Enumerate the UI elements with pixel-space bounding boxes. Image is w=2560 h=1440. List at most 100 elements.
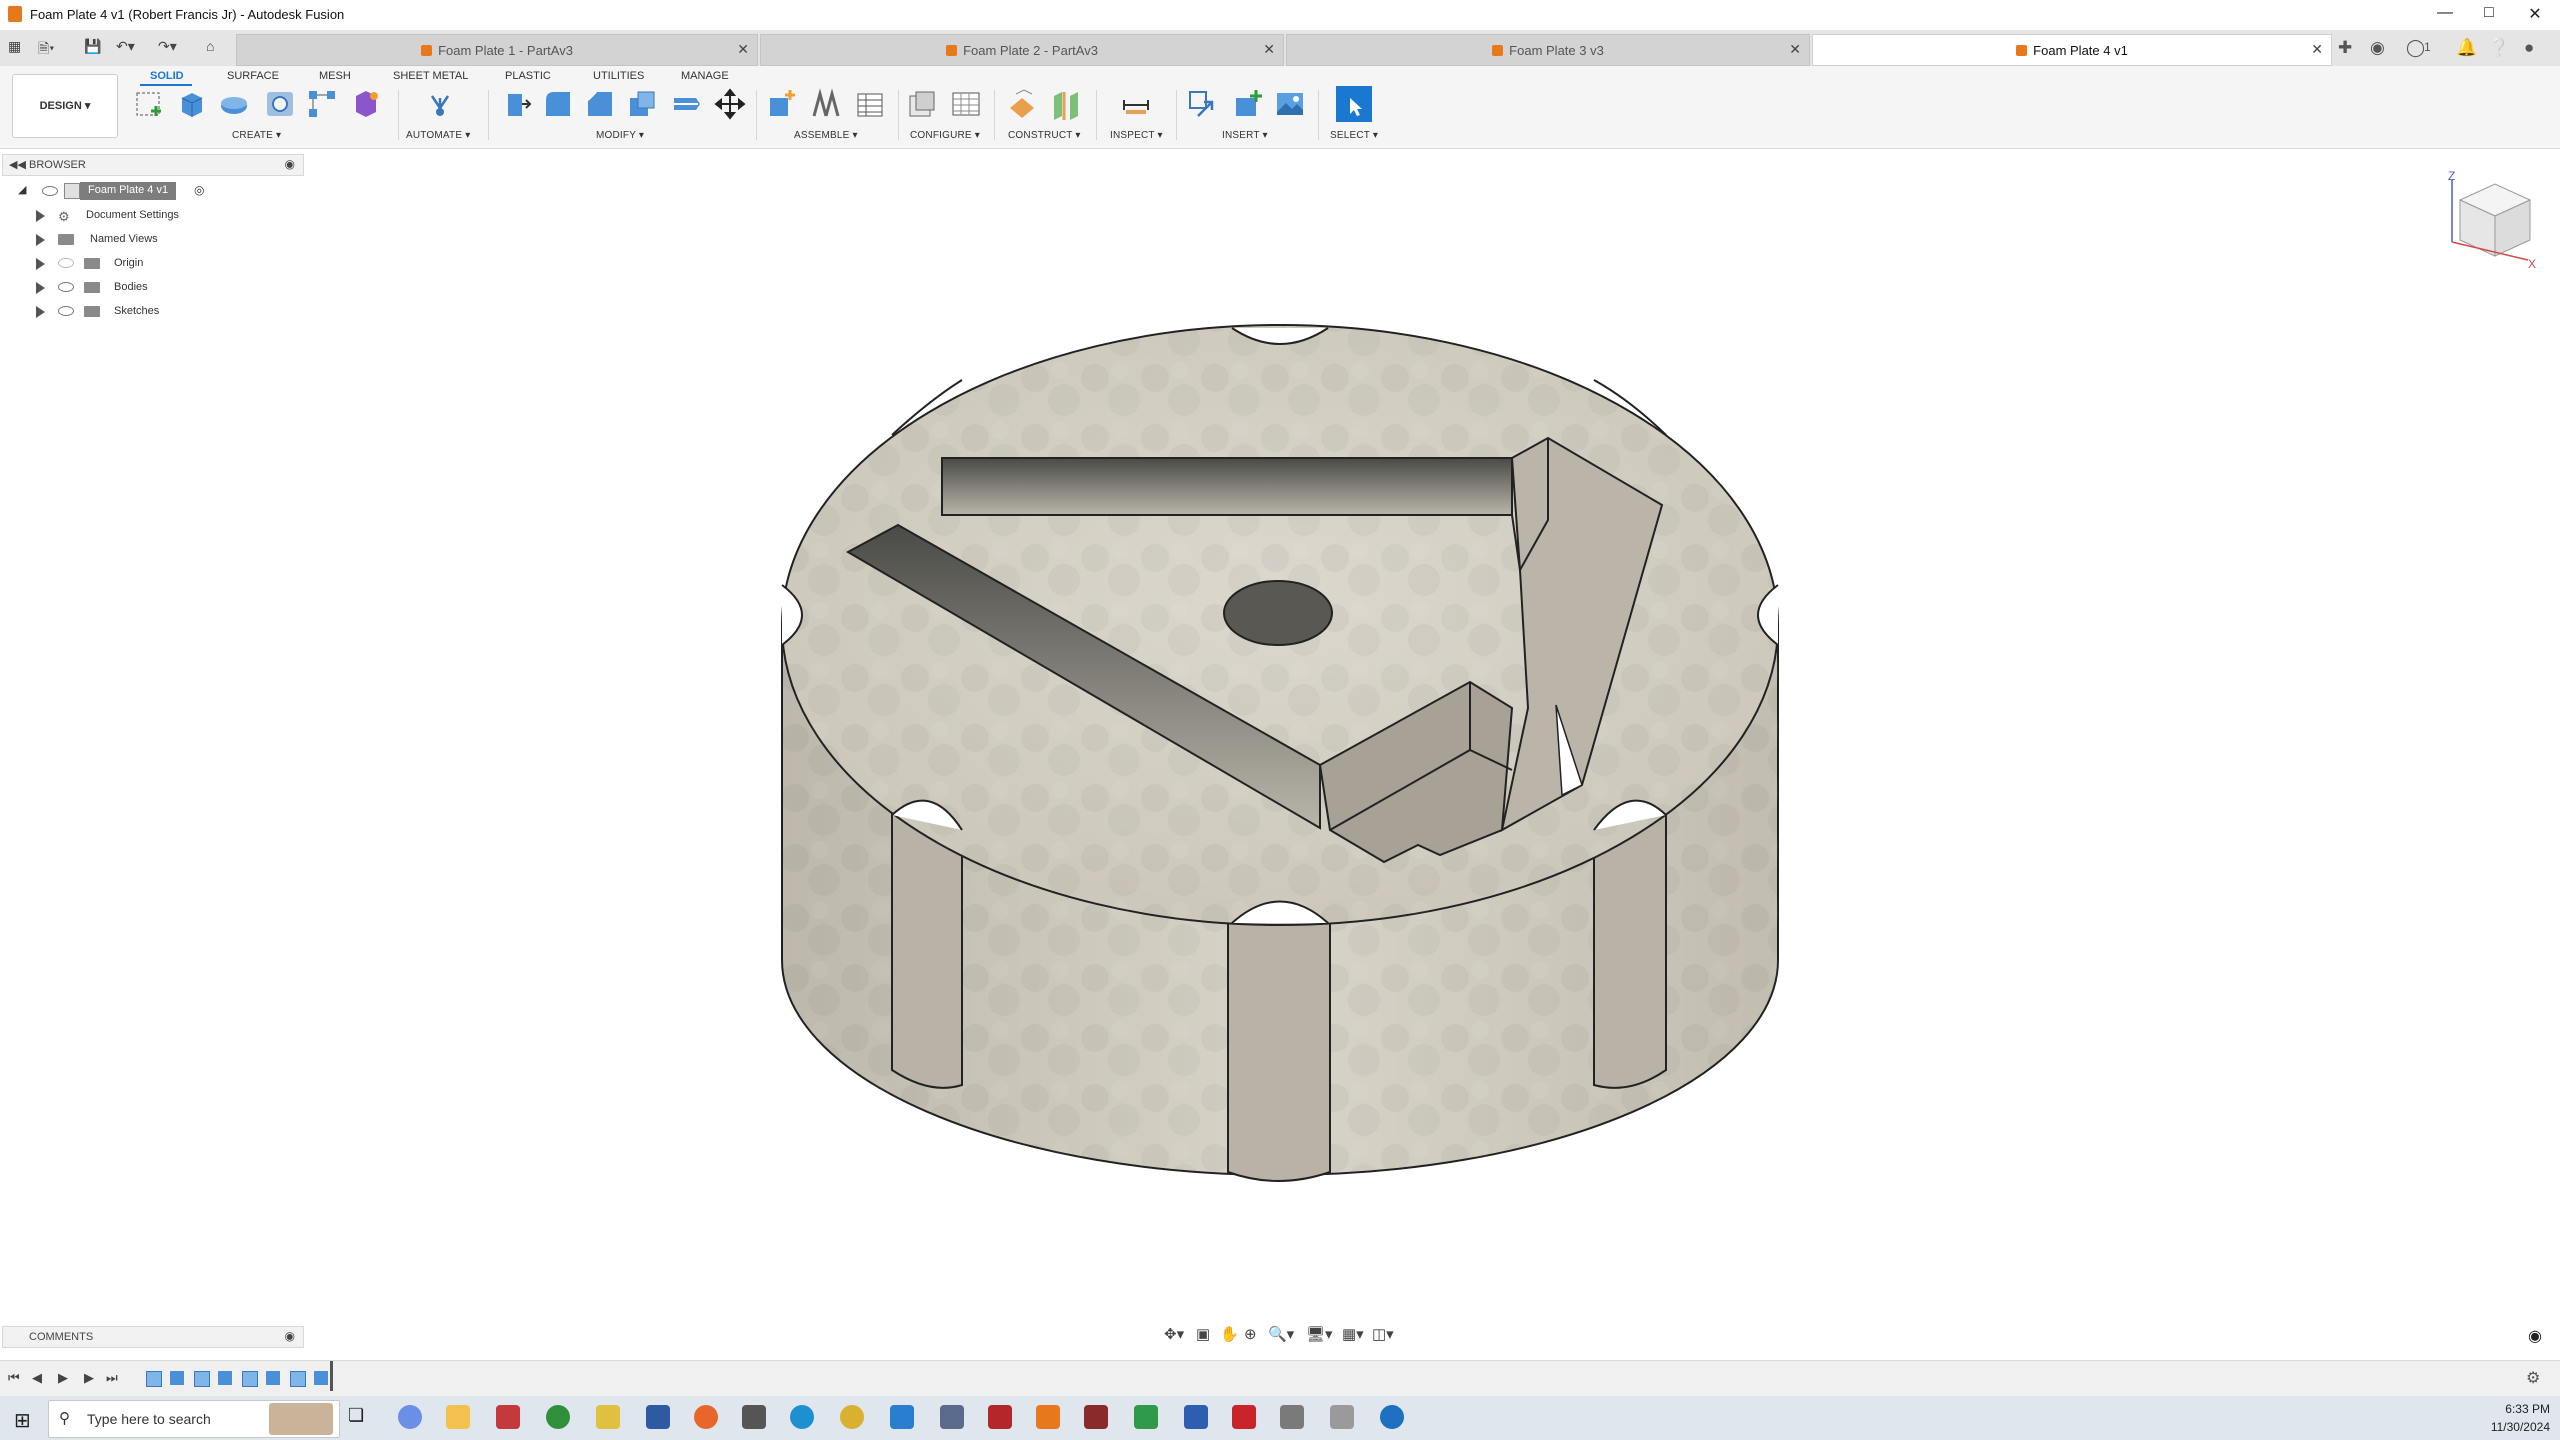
canvas-image-icon[interactable] xyxy=(1274,88,1306,120)
collapse-panel-icon[interactable]: ◀◀ xyxy=(9,158,26,171)
tab-surface[interactable]: SURFACE xyxy=(227,70,279,82)
pan-icon[interactable]: ✋ xyxy=(1220,1325,1239,1343)
timeline-sketch-icon[interactable] xyxy=(194,1371,210,1387)
fillet-icon[interactable] xyxy=(542,88,574,120)
acrobat-icon[interactable] xyxy=(1232,1405,1256,1429)
extensions-icon[interactable]: ◉ xyxy=(2370,38,2385,58)
measure-icon[interactable] xyxy=(1120,88,1152,120)
app-c-icon[interactable] xyxy=(1380,1405,1404,1429)
app-grid-icon[interactable]: ▦ xyxy=(8,38,21,55)
timeline-extrude-icon[interactable] xyxy=(218,1371,232,1385)
tab-manage[interactable]: MANAGE xyxy=(681,70,729,82)
group-select[interactable]: SELECT ▾ xyxy=(1330,130,1378,141)
app-media-icon[interactable] xyxy=(1084,1405,1108,1429)
chamfer-icon[interactable] xyxy=(584,88,616,120)
expand-arrow-icon[interactable] xyxy=(36,234,45,246)
copilot-icon[interactable] xyxy=(398,1405,422,1429)
visibility-eye-icon[interactable] xyxy=(58,306,74,316)
configure-icon[interactable] xyxy=(906,88,938,120)
tab-foam-plate-3[interactable]: Foam Plate 3 v3 ✕ xyxy=(1286,34,1810,66)
timeline-sketch-icon[interactable] xyxy=(290,1371,306,1387)
orbit-icon[interactable]: ✥▾ xyxy=(1164,1325,1184,1343)
close-tab-icon[interactable]: ✕ xyxy=(2311,41,2323,58)
timeline-sketch-icon[interactable] xyxy=(146,1371,162,1387)
extrude-icon[interactable] xyxy=(176,88,208,120)
tree-item-named-views[interactable]: Named Views xyxy=(36,230,306,250)
tree-item-origin[interactable]: Origin xyxy=(36,254,306,274)
tab-mesh[interactable]: MESH xyxy=(319,70,351,82)
start-icon[interactable]: ⊞ xyxy=(14,1408,31,1433)
expand-arrow-icon[interactable] xyxy=(36,306,45,318)
help-icon[interactable]: ❔ xyxy=(2488,38,2509,58)
offset-plane-icon[interactable] xyxy=(1006,88,1038,120)
tab-foam-plate-1[interactable]: Foam Plate 1 - PartAv3 ✕ xyxy=(236,34,758,66)
save-icon[interactable]: 💾 xyxy=(84,38,101,55)
tab-sheet-metal[interactable]: SHEET METAL xyxy=(393,70,468,82)
close-tab-icon[interactable]: ✕ xyxy=(737,41,749,58)
tab-utilities[interactable]: UTILITIES xyxy=(593,70,644,82)
zoom-icon[interactable]: ⊕ xyxy=(1244,1325,1257,1343)
timeline-marker[interactable] xyxy=(330,1361,333,1391)
go-to-end-icon[interactable]: ⏭ xyxy=(106,1370,118,1386)
job-status-icon[interactable]: ◯ xyxy=(2406,38,2425,58)
visibility-eye-hidden-icon[interactable] xyxy=(58,258,74,268)
firefox-icon[interactable] xyxy=(694,1405,718,1429)
foam-plate-model[interactable] xyxy=(781,324,1779,1182)
tab-solid[interactable]: SOLID xyxy=(150,70,184,82)
app-green-icon[interactable] xyxy=(546,1405,570,1429)
new-tab-icon[interactable]: ✚ xyxy=(2338,38,2352,58)
close-tab-icon[interactable]: ✕ xyxy=(1789,41,1801,58)
chrome-icon[interactable] xyxy=(840,1405,864,1429)
maximize-icon[interactable]: □ xyxy=(2474,4,2504,22)
tree-item-bodies[interactable]: Bodies xyxy=(36,278,306,298)
revolve-icon[interactable] xyxy=(218,88,250,120)
tree-item-document-settings[interactable]: ⚙ Document Settings xyxy=(36,206,306,226)
browser-panel-header[interactable]: ◀◀ BROWSER ◉ xyxy=(2,154,304,176)
filezilla-icon[interactable] xyxy=(988,1405,1012,1429)
group-create[interactable]: CREATE ▾ xyxy=(232,130,281,141)
file-menu-icon[interactable]: 🗎▾ xyxy=(38,38,54,62)
midplane-icon[interactable] xyxy=(1050,88,1082,120)
zoom-window-icon[interactable]: 🔍▾ xyxy=(1268,1325,1294,1343)
shell-icon[interactable] xyxy=(626,88,658,120)
combine-icon[interactable] xyxy=(670,88,702,120)
go-to-start-icon[interactable]: ⏮ xyxy=(8,1370,20,1386)
fusion-taskbar-icon[interactable] xyxy=(1036,1405,1060,1429)
insert-mesh-icon[interactable] xyxy=(1232,88,1264,120)
notifications-icon[interactable]: 🔔 xyxy=(2456,38,2477,58)
tab-plastic[interactable]: PLASTIC xyxy=(505,70,551,82)
redo-icon[interactable]: ↷▾ xyxy=(158,38,177,55)
play-icon[interactable]: ▶ xyxy=(58,1370,68,1386)
move-copy-icon[interactable] xyxy=(714,88,746,120)
select-icon[interactable] xyxy=(1336,86,1372,122)
view-cube[interactable]: Z X xyxy=(2440,170,2540,270)
expand-arrow-icon[interactable]: ◢ xyxy=(18,183,26,196)
hole-icon[interactable] xyxy=(264,88,296,120)
chat-icon[interactable]: ◉ xyxy=(2528,1326,2542,1346)
edge-icon[interactable] xyxy=(790,1405,814,1429)
group-construct[interactable]: CONSTRUCT ▾ xyxy=(1008,130,1081,141)
visibility-eye-icon[interactable] xyxy=(42,186,58,196)
insert-derive-icon[interactable] xyxy=(1186,88,1218,120)
undo-icon[interactable]: ↶▾ xyxy=(116,38,135,55)
step-back-icon[interactable]: ◀ xyxy=(32,1370,42,1386)
timeline-sketch-icon[interactable] xyxy=(242,1371,258,1387)
expand-arrow-icon[interactable] xyxy=(36,282,45,294)
group-modify[interactable]: MODIFY ▾ xyxy=(596,130,644,141)
group-insert[interactable]: INSERT ▾ xyxy=(1222,130,1268,141)
configuration-table-icon[interactable] xyxy=(950,88,982,120)
joint-icon[interactable] xyxy=(810,88,842,120)
task-view-icon[interactable]: ❏ xyxy=(348,1405,372,1429)
tree-item-sketches[interactable]: Sketches xyxy=(36,302,306,322)
tab-foam-plate-4[interactable]: Foam Plate 4 v1 ✕ xyxy=(1812,34,2332,66)
look-at-icon[interactable]: ▣ xyxy=(1196,1325,1210,1343)
taskbar-time[interactable]: 6:33 PM xyxy=(2460,1402,2550,1416)
app-paint-icon[interactable] xyxy=(1330,1405,1354,1429)
form-icon[interactable] xyxy=(350,88,382,120)
tree-root[interactable]: ◢ Foam Plate 4 v1 ◎ xyxy=(14,182,314,202)
timeline-settings-icon[interactable]: ⚙ xyxy=(2526,1368,2540,1388)
app-es-icon[interactable] xyxy=(496,1405,520,1429)
close-tab-icon[interactable]: ✕ xyxy=(1263,41,1275,58)
display-settings-icon[interactable]: 🖥▾ xyxy=(1306,1325,1333,1343)
file-explorer-icon[interactable] xyxy=(446,1405,470,1429)
